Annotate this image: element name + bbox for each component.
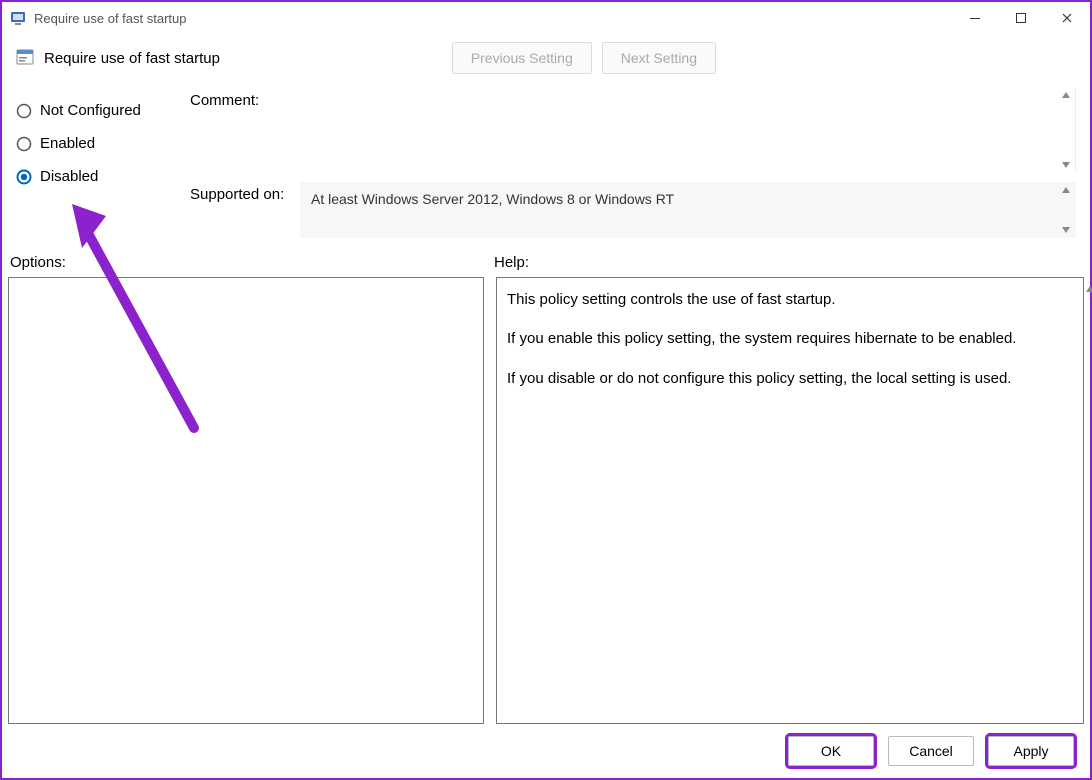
help-paragraph: If you enable this policy setting, the s… [507, 327, 1061, 350]
policy-page-icon [16, 49, 34, 67]
policy-dialog-window: Require use of fast startup Require use … [0, 0, 1092, 780]
scroll-up-icon [1061, 90, 1071, 100]
radio-label: Enabled [40, 135, 95, 152]
radio-label: Not Configured [40, 102, 141, 119]
supported-on-label: Supported on: [190, 182, 290, 238]
radio-enabled[interactable]: Enabled [16, 127, 174, 160]
comment-label: Comment: [190, 88, 290, 172]
state-radio-group: Not Configured Enabled Disabled [16, 88, 174, 238]
comment-textarea[interactable] [300, 88, 1076, 172]
supported-on-box: At least Windows Server 2012, Windows 8 … [300, 182, 1076, 238]
close-button[interactable] [1044, 2, 1090, 34]
radio-not-configured[interactable]: Not Configured [16, 94, 174, 127]
next-setting-button[interactable]: Next Setting [602, 42, 716, 74]
help-label: Help: [486, 254, 529, 271]
upper-area: Not Configured Enabled Disabled Comment: [2, 88, 1090, 248]
radio-selected-icon [16, 169, 32, 185]
policy-app-icon [10, 10, 26, 26]
scroll-down-icon [1061, 225, 1071, 235]
help-pane: This policy setting controls the use of … [496, 277, 1084, 724]
ok-button[interactable]: OK [788, 736, 874, 766]
help-paragraph: If you disable or do not configure this … [507, 367, 1061, 390]
page-title: Require use of fast startup [44, 50, 220, 67]
comment-scrollbar[interactable] [1059, 90, 1073, 170]
radio-unselected-icon [16, 103, 32, 119]
apply-button[interactable]: Apply [988, 736, 1074, 766]
help-scrollbar[interactable] [1085, 278, 1092, 301]
pane-labels-row: Options: Help: [2, 248, 1090, 277]
supported-on-value: At least Windows Server 2012, Windows 8 … [311, 191, 674, 207]
header-row: Require use of fast startup Previous Set… [2, 34, 1090, 88]
scroll-down-icon [1061, 160, 1071, 170]
minimize-button[interactable] [952, 2, 998, 34]
radio-disabled[interactable]: Disabled [16, 160, 174, 193]
window-title: Require use of fast startup [34, 11, 186, 26]
panes-area: This policy setting controls the use of … [2, 277, 1090, 724]
supported-scrollbar[interactable] [1059, 185, 1073, 235]
scroll-up-icon [1061, 185, 1071, 195]
footer-buttons: OK Cancel Apply [2, 724, 1090, 778]
radio-unselected-icon [16, 136, 32, 152]
cancel-button[interactable]: Cancel [888, 736, 974, 766]
help-paragraph: This policy setting controls the use of … [507, 288, 1061, 311]
maximize-button[interactable] [998, 2, 1044, 34]
options-label: Options: [8, 254, 486, 271]
scroll-up-icon [1085, 284, 1092, 294]
previous-setting-button[interactable]: Previous Setting [452, 42, 592, 74]
titlebar: Require use of fast startup [2, 2, 1090, 34]
radio-label: Disabled [40, 168, 98, 185]
options-pane [8, 277, 484, 724]
